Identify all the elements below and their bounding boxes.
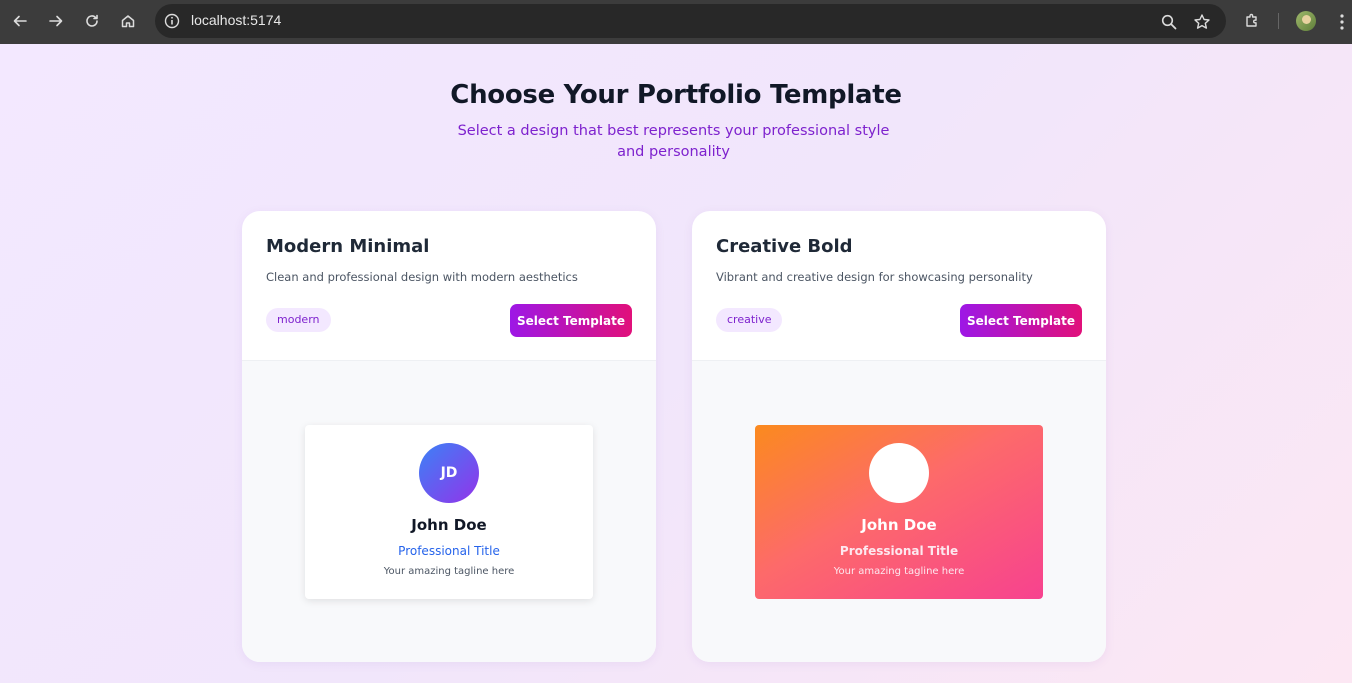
preview-tagline: Your amazing tagline here xyxy=(383,566,515,577)
template-card-modern-minimal: Modern Minimal Clean and professional de… xyxy=(242,211,656,662)
preview-profile-card: JD John Doe Professional Title Your amaz… xyxy=(305,425,593,599)
preview-tagline: Your amazing tagline here xyxy=(833,566,965,577)
menu-dots-icon[interactable] xyxy=(1334,12,1350,32)
category-tag: creative xyxy=(716,308,783,332)
site-info-icon[interactable] xyxy=(164,13,180,29)
extensions-icon[interactable] xyxy=(1240,9,1264,33)
preview-name: John Doe xyxy=(861,516,937,534)
preview-role: Professional Title xyxy=(398,544,500,558)
preview-profile-card: John Doe Professional Title Your amazing… xyxy=(755,425,1043,599)
card-description: Vibrant and creative design for showcasi… xyxy=(716,270,1033,284)
forward-icon[interactable] xyxy=(44,9,68,33)
select-template-button[interactable]: Select Template xyxy=(510,304,632,337)
browser-toolbar: localhost:5174 xyxy=(0,0,1352,44)
card-description: Clean and professional design with moder… xyxy=(266,270,578,284)
address-bar[interactable]: localhost:5174 xyxy=(155,4,1226,38)
card-header: Creative Bold Vibrant and creative desig… xyxy=(692,211,1106,361)
zoom-icon[interactable] xyxy=(1160,13,1178,31)
card-title: Creative Bold xyxy=(716,236,853,257)
page-subtitle: Select a design that best represents you… xyxy=(457,123,890,160)
url-text[interactable]: localhost:5174 xyxy=(191,12,281,28)
page-content: Choose Your Portfolio Template Select a … xyxy=(0,44,1352,683)
page-title: Choose Your Portfolio Template xyxy=(450,80,902,110)
preview-role: Professional Title xyxy=(839,544,959,558)
bookmark-star-icon[interactable] xyxy=(1193,13,1211,31)
category-tag: modern xyxy=(266,308,331,332)
reload-icon[interactable] xyxy=(80,9,104,33)
select-template-button[interactable]: Select Template xyxy=(960,304,1082,337)
avatar xyxy=(869,443,929,503)
card-title: Modern Minimal xyxy=(266,236,430,257)
template-preview: JD John Doe Professional Title Your amaz… xyxy=(242,361,656,662)
template-preview: John Doe Professional Title Your amazing… xyxy=(692,361,1106,662)
preview-name: John Doe xyxy=(411,516,487,534)
template-card-creative-bold: Creative Bold Vibrant and creative desig… xyxy=(692,211,1106,662)
back-icon[interactable] xyxy=(8,9,32,33)
home-icon[interactable] xyxy=(116,9,140,33)
card-header: Modern Minimal Clean and professional de… xyxy=(242,211,656,361)
profile-avatar[interactable] xyxy=(1296,11,1316,31)
avatar: JD xyxy=(419,443,479,503)
toolbar-divider xyxy=(1278,13,1279,29)
